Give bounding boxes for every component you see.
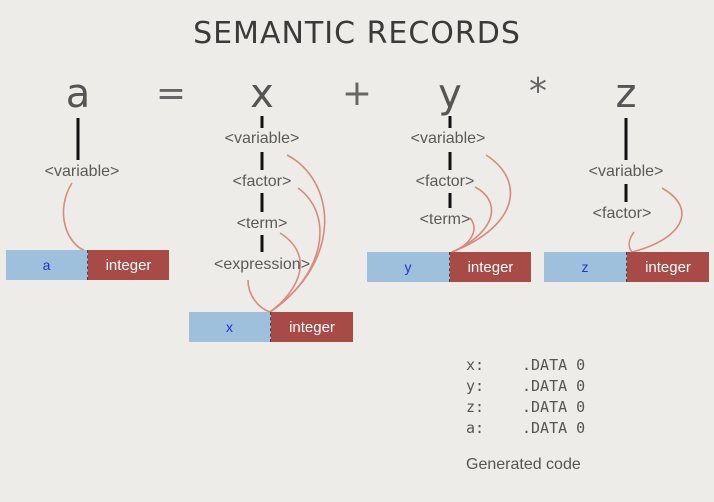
nt-z-factor: <factor>: [592, 205, 652, 222]
record-z-name: z: [544, 252, 627, 282]
generated-code: x: .DATA 0 y: .DATA 0 z: .DATA 0 a: .DATA 0: [466, 355, 585, 439]
nt-y-factor: <factor>: [415, 173, 475, 190]
generated-code-caption: Generated code: [466, 456, 581, 473]
record-arrow: [628, 231, 635, 253]
nt-z-variable: <variable>: [588, 163, 664, 180]
nt-y-variable: <variable>: [410, 130, 486, 147]
record-a-name: a: [6, 250, 88, 280]
nt-a-variable: <variable>: [44, 163, 120, 180]
record-x-name: x: [189, 312, 271, 342]
nt-x-term: <term>: [236, 215, 288, 232]
record-z: z integer: [544, 252, 709, 282]
code-line: a: .DATA 0: [466, 419, 586, 437]
record-arrow: [451, 154, 512, 253]
record-x: x integer: [189, 312, 353, 342]
record-y: y integer: [367, 252, 531, 282]
record-arrow: [269, 187, 321, 313]
record-arrow: [247, 279, 271, 313]
record-x-type: integer: [271, 312, 353, 342]
nt-y-term: <term>: [419, 211, 471, 228]
code-line: x: .DATA 0: [466, 356, 586, 374]
diagram: SEMANTIC RECORDS a = x + y * z <variable…: [0, 0, 714, 502]
record-y-name: y: [367, 252, 450, 282]
nt-x-expression: <expression>: [213, 256, 311, 273]
code-line: z: .DATA 0: [466, 398, 586, 416]
nt-x-factor: <factor>: [232, 173, 292, 190]
record-y-type: integer: [450, 252, 531, 282]
record-a: a integer: [6, 250, 169, 280]
nt-x-variable: <variable>: [224, 130, 300, 147]
record-a-type: integer: [88, 250, 169, 280]
code-line: y: .DATA 0: [466, 377, 586, 395]
record-arrow: [62, 182, 89, 253]
record-z-type: integer: [627, 252, 709, 282]
